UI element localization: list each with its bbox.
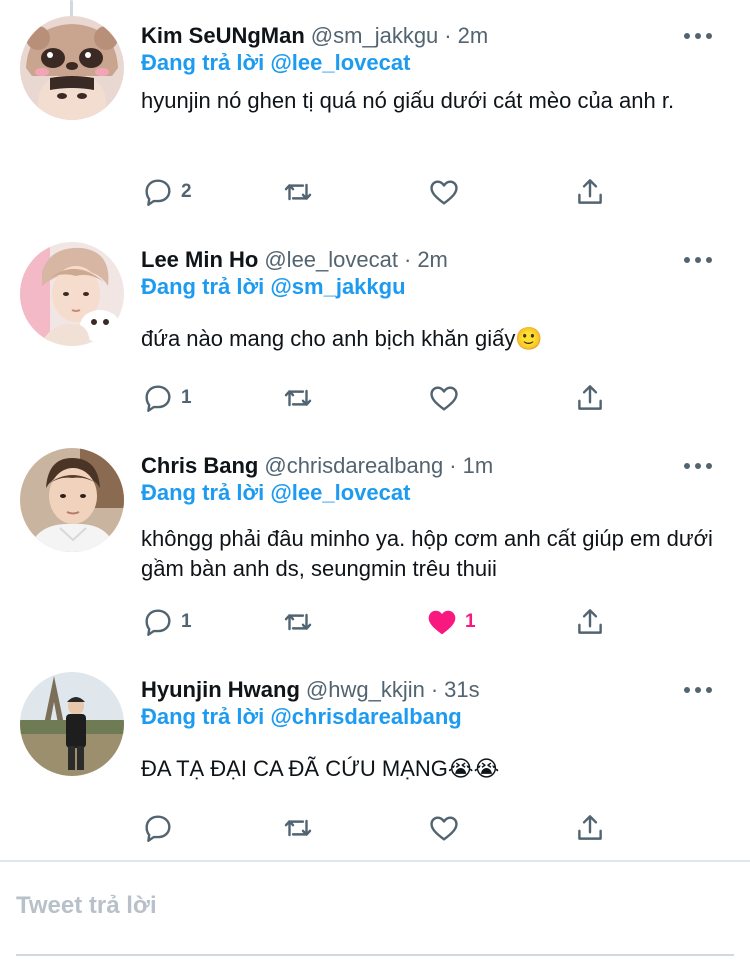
user-handle[interactable]: @sm_jakkgu [311,23,439,49]
tweet-text: ĐA TẠ ĐẠI CA ĐÃ CỨU MẠNG😭😭 [141,756,500,781]
timestamp[interactable]: 31s [444,677,479,703]
tweet-text: hyunjin nó ghen tị quá nó giấu dưới cát … [141,88,675,113]
reply-icon [145,609,171,636]
separator-dot: · [444,23,452,48]
share-icon [578,609,602,634]
like-button[interactable] [427,808,461,848]
display-name[interactable]: Chris Bang [141,453,258,479]
replying-to: Đang trả lời @chrisdarealbang [141,704,462,730]
share-button[interactable] [573,172,607,212]
like-icon [430,180,458,205]
separator-dot: · [430,677,439,702]
retweet-button[interactable] [281,602,315,642]
reply-icon [145,179,171,206]
share-button[interactable] [573,808,607,848]
user-handle[interactable]: @chrisdarealbang [264,453,443,479]
reply-icon [145,815,171,842]
reply-count: 1 [181,611,192,632]
share-icon [578,815,602,840]
reply-icon [145,385,171,412]
user-handle[interactable]: @lee_lovecat [264,247,398,273]
like-button[interactable] [427,172,461,212]
more-icon[interactable] [684,454,712,478]
avatar[interactable] [20,16,124,120]
replying-to: Đang trả lời @lee_lovecat [141,480,410,506]
like-icon [430,816,458,841]
timestamp[interactable]: 2m [458,23,489,49]
replying-to-handle[interactable]: @sm_jakkgu [270,274,405,299]
retweet-button[interactable] [281,378,315,418]
like-button[interactable] [427,378,461,418]
replying-to-label: Đang trả lời [141,480,265,505]
avatar[interactable] [20,448,124,552]
retweet-button[interactable] [281,808,315,848]
retweet-icon [284,613,312,631]
more-icon[interactable] [684,24,712,48]
retweet-icon [284,183,312,201]
tweet-text: khôngg phải đâu minho ya. hộp cơm anh cấ… [141,526,713,581]
retweet-icon [284,389,312,407]
share-icon [578,385,602,410]
separator-dot: · [449,453,457,478]
retweet-button[interactable] [281,172,315,212]
reply-compose-input[interactable]: Tweet trả lời [16,892,157,920]
replying-to-handle[interactable]: @chrisdarealbang [270,704,461,729]
replying-to: Đang trả lời @sm_jakkgu [141,274,406,300]
replying-to-handle[interactable]: @lee_lovecat [270,480,410,505]
display-name[interactable]: Hyunjin Hwang [141,677,300,703]
replying-to-handle[interactable]: @lee_lovecat [270,50,410,75]
action-bar: 1 1 [141,602,621,642]
retweet-icon [284,819,312,837]
action-bar [141,808,621,848]
action-bar: 2 [141,172,621,212]
timestamp[interactable]: 2m [417,247,448,273]
reply-button[interactable]: 1 [141,378,192,418]
share-button[interactable] [573,378,607,418]
divider [0,860,750,862]
replying-to-label: Đang trả lời [141,274,265,299]
replying-to: Đang trả lời @lee_lovecat [141,50,410,76]
separator-dot: · [403,247,412,272]
reply-button[interactable]: 2 [141,172,192,212]
display-name[interactable]: Kim SeUNgMan [141,23,305,49]
reply-button[interactable] [141,808,175,848]
more-icon[interactable] [684,678,712,702]
user-handle[interactable]: @hwg_kkjin [306,677,425,703]
like-button[interactable]: 1 [425,602,476,642]
replying-to-label: Đang trả lời [141,704,265,729]
avatar[interactable] [20,672,124,776]
share-button[interactable] [573,602,607,642]
tweet-text: đứa nào mang cho anh bịch khăn giấy🙂 [141,326,543,351]
reply-count: 2 [181,181,192,202]
like-icon-filled [428,610,456,635]
timestamp[interactable]: 1m [463,453,494,479]
reply-button[interactable]: 1 [141,602,192,642]
avatar[interactable] [20,242,124,346]
reply-count: 1 [181,387,192,408]
action-bar: 1 [141,378,621,418]
replying-to-label: Đang trả lời [141,50,265,75]
more-icon[interactable] [684,248,712,272]
share-icon [578,179,602,204]
compose-underline [16,954,734,956]
like-icon [430,386,458,411]
like-count: 1 [465,611,476,632]
display-name[interactable]: Lee Min Ho [141,247,258,273]
